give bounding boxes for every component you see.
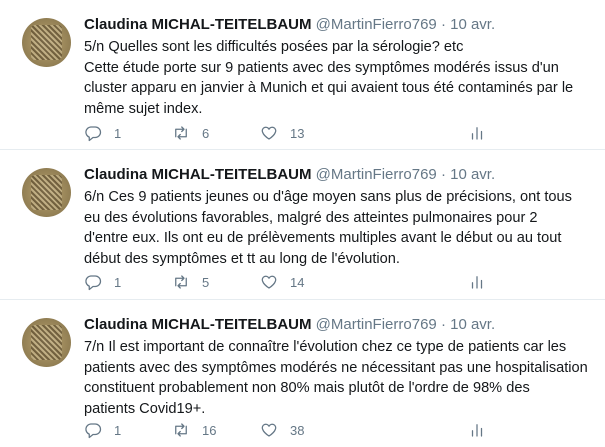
analytics-icon <box>471 127 483 140</box>
tweet-text-line: début des symptômes et tt au long de l'é… <box>84 250 400 267</box>
retweet-count: 5 <box>202 274 210 290</box>
avatar[interactable] <box>22 18 71 67</box>
retweet-icon <box>175 126 187 140</box>
heart-icon <box>261 423 277 437</box>
retweet-icon <box>175 423 187 437</box>
tweet-text: 5/n Quelles sont les difficultés posées … <box>84 37 594 119</box>
tweet-actions: 1 5 14 <box>84 272 504 292</box>
author-handle[interactable]: @MartinFierro769 <box>316 16 437 33</box>
separator: · <box>440 166 446 183</box>
retweet-button[interactable]: 6 <box>172 123 209 143</box>
tweet[interactable]: Claudina MICHAL-TEITELBAUM @MartinFierro… <box>0 0 605 150</box>
like-button[interactable]: 38 <box>260 420 304 440</box>
avatar[interactable] <box>22 168 71 217</box>
analytics-button[interactable] <box>468 420 486 440</box>
analytics-button[interactable] <box>468 123 486 143</box>
author-name[interactable]: Claudina MICHAL-TEITELBAUM <box>84 16 311 33</box>
reply-button[interactable]: 1 <box>84 123 121 143</box>
reply-icon <box>85 423 102 439</box>
author-handle[interactable]: @MartinFierro769 <box>316 316 437 333</box>
tweet-header: Claudina MICHAL-TEITELBAUM @MartinFierro… <box>84 15 495 35</box>
like-count: 38 <box>290 422 305 438</box>
tweet-header: Claudina MICHAL-TEITELBAUM @MartinFierro… <box>84 315 495 335</box>
reply-count: 1 <box>114 125 122 141</box>
tweet-date[interactable]: 10 avr. <box>450 316 495 333</box>
reply-button[interactable]: 1 <box>84 272 121 292</box>
tweet-text-line: même sujet index. <box>84 100 203 117</box>
reply-button[interactable]: 1 <box>84 420 121 440</box>
tweet-text-line: 7/n Il est important de connaître l'évol… <box>84 339 567 355</box>
tweet-text-line: 5/n Quelles sont les difficultés posées … <box>84 39 464 55</box>
tweet-date[interactable]: 10 avr. <box>450 166 495 183</box>
analytics-icon <box>471 276 483 289</box>
retweet-icon <box>175 275 187 289</box>
retweet-count: 6 <box>202 125 210 141</box>
analytics-button[interactable] <box>468 272 486 292</box>
reply-icon <box>85 275 102 291</box>
tweet-text-line: Cette étude porte sur 9 patients avec de… <box>84 59 559 76</box>
like-count: 13 <box>290 125 305 141</box>
tweet-timeline: Claudina MICHAL-TEITELBAUM @MartinFierro… <box>0 0 605 447</box>
tweet-text: 6/n Ces 9 patients jeunes ou d'âge moyen… <box>84 187 594 269</box>
heart-icon <box>261 126 277 140</box>
tweet-actions: 1 6 13 <box>84 123 504 143</box>
tweet[interactable]: Claudina MICHAL-TEITELBAUM @MartinFierro… <box>0 300 605 447</box>
reply-count: 1 <box>114 422 122 438</box>
like-button[interactable]: 13 <box>260 123 304 143</box>
tweet-text-line: eu des évolutions favorables, malgré des… <box>84 209 538 226</box>
tweet[interactable]: Claudina MICHAL-TEITELBAUM @MartinFierro… <box>0 150 605 300</box>
author-handle[interactable]: @MartinFierro769 <box>316 166 437 183</box>
tweet-text-line: patients avec des symptômes modérés ne n… <box>84 359 588 376</box>
like-count: 14 <box>290 274 305 290</box>
tweet-text-line: constituent probablement non 80% mais pl… <box>84 380 530 396</box>
tweet-text-line: d'entre eux. Ils ont eu de prélèvements … <box>84 230 562 246</box>
analytics-icon <box>471 424 483 437</box>
retweet-count: 16 <box>202 422 217 438</box>
tweet-date[interactable]: 10 avr. <box>450 16 495 33</box>
retweet-button[interactable]: 16 <box>172 420 216 440</box>
author-name[interactable]: Claudina MICHAL-TEITELBAUM <box>84 316 311 333</box>
tweet-text-line: cluster apparu en janvier à Munich et qu… <box>84 80 574 96</box>
tweet-text-line: 6/n Ces 9 patients jeunes ou d'âge moyen… <box>84 189 572 205</box>
avatar[interactable] <box>22 318 71 367</box>
retweet-button[interactable]: 5 <box>172 272 209 292</box>
tweet-actions: 1 16 38 <box>84 420 504 440</box>
tweet-text-line: patients Covid19+. <box>84 400 206 417</box>
author-name[interactable]: Claudina MICHAL-TEITELBAUM <box>84 166 311 183</box>
reply-icon <box>85 126 102 142</box>
reply-count: 1 <box>114 274 122 290</box>
heart-icon <box>261 275 277 289</box>
like-button[interactable]: 14 <box>260 272 304 292</box>
separator: · <box>440 16 446 33</box>
separator: · <box>440 316 446 333</box>
tweet-header: Claudina MICHAL-TEITELBAUM @MartinFierro… <box>84 165 495 185</box>
tweet-text: 7/n Il est important de connaître l'évol… <box>84 337 594 419</box>
